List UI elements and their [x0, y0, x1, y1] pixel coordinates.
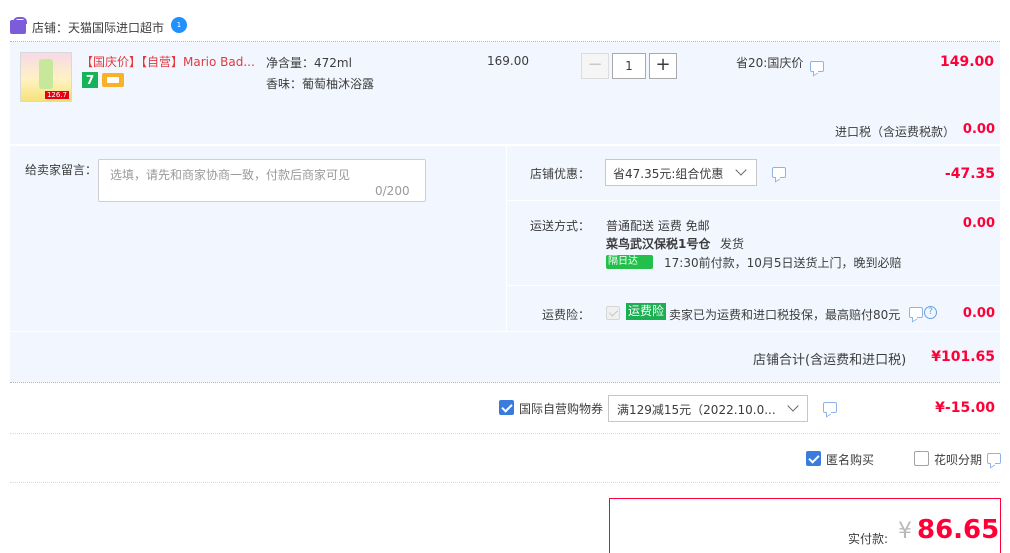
import-tax-value: 0.00	[962, 122, 995, 137]
insurance-label: 运费险：	[542, 308, 591, 322]
shop-subtotal-value: ¥101.65	[931, 349, 995, 365]
message-char-count: 0/200	[375, 184, 410, 198]
promo-message-icon[interactable]	[810, 61, 824, 72]
shop-subtotal-label: 店铺合计(含运费和进口税)	[753, 353, 907, 368]
coupon-value: ¥-15.00	[935, 400, 995, 416]
divider	[10, 433, 1000, 434]
coupon-checkbox[interactable]	[499, 400, 514, 415]
divider	[10, 482, 1000, 483]
discount-message-icon[interactable]	[772, 167, 786, 178]
quantity-decrease-button[interactable]: −	[581, 53, 609, 79]
anonymous-checkbox[interactable]	[806, 451, 821, 466]
quantity-input[interactable]: 1	[612, 53, 646, 79]
insurance-text: 卖家已为运费和进口税投保，最高赔付80元	[669, 308, 901, 322]
bottle-image	[39, 59, 53, 89]
shipping-method: 普通配送 运费 免邮	[606, 219, 710, 233]
currency-symbol: ¥	[898, 519, 912, 544]
sku-capacity: 净含量：472ml	[266, 56, 352, 70]
item-total: 149.00	[939, 54, 994, 70]
product-thumbnail[interactable]: 126.7	[20, 52, 72, 102]
shipping-dispatch: 发货	[720, 237, 745, 251]
shop-discount-label: 店铺优惠：	[530, 167, 591, 181]
next-day-delivery-badge: 隔日达	[606, 255, 653, 269]
delivery-promise: 17:30前付款，10月5日送货上门，晚到必赔	[664, 256, 902, 270]
divider	[10, 382, 1000, 383]
total-value: 86.65	[917, 515, 1000, 545]
coupon-message-icon[interactable]	[823, 402, 837, 413]
anonymous-label: 匿名购买	[826, 453, 875, 467]
message-placeholder: 选填，请先和商家协商一致，付款后商家可见	[110, 168, 351, 182]
huabei-label: 花呗分期	[934, 453, 983, 467]
sku-flavor: 香味：葡萄柚沐浴露	[266, 77, 375, 91]
huabei-checkbox[interactable]	[914, 451, 929, 466]
product-title-link[interactable]: 【国庆价】【自营】Mario Bad...	[81, 53, 261, 70]
shop-discount-value: -47.35	[944, 166, 995, 182]
shop-header: 店铺：天猫国际进口超市 1	[10, 14, 1000, 40]
shipping-label: 运送方式：	[530, 219, 591, 233]
credit-card-icon	[102, 73, 124, 87]
message-label: 给卖家留言：	[25, 163, 98, 177]
coupon-label: 国际自营购物券	[519, 402, 604, 416]
insurance-checkbox	[606, 306, 620, 320]
unit-price: 169.00	[487, 54, 529, 68]
total-label: 实付款:	[848, 532, 889, 546]
insurance-tag: 运费险	[626, 303, 667, 320]
shop-discount-selected: 省47.35元:组合优惠	[613, 167, 724, 181]
seven-day-return-icon: 7	[82, 72, 98, 88]
wangwang-chat-icon[interactable]: 1	[171, 17, 187, 33]
insurance-value: 0.00	[962, 306, 995, 321]
item-promo: 省20:国庆价	[736, 56, 804, 70]
shipping-value: 0.00	[962, 216, 995, 231]
huabei-message-icon[interactable]	[987, 453, 1001, 464]
thumb-price-tag: 126.7	[44, 91, 69, 99]
shop-name[interactable]: 店铺：天猫国际进口超市	[32, 19, 164, 36]
quantity-increase-button[interactable]: +	[649, 53, 677, 79]
shop-bag-icon	[10, 17, 27, 34]
shipping-warehouse: 菜鸟武汉保税1号仓	[606, 237, 711, 251]
coupon-selected: 满129减15元（2022.10.0...	[617, 403, 776, 417]
shipping-row	[507, 201, 1000, 285]
